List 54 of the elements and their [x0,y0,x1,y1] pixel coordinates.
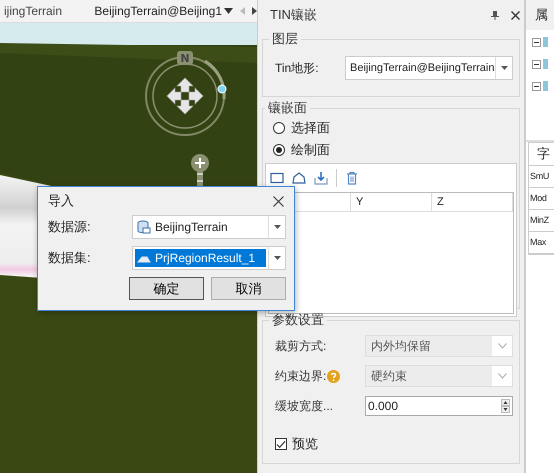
column-header: 字 [529,143,554,166]
help-icon [327,370,340,382]
polygon-icon[interactable] [292,171,306,185]
caret-icon [274,256,280,260]
layer-icon [543,36,548,48]
chevron-down-icon [498,373,506,379]
field-label: 数据源: [48,218,92,236]
close-icon[interactable] [273,196,284,206]
group-title: 镶嵌面 [267,99,308,117]
close-icon[interactable] [511,10,520,20]
expander-icon[interactable] [532,82,541,90]
table-cell: SmU [529,166,554,188]
chevron-down-icon [498,343,506,349]
table-cell: Max [529,232,554,254]
panel-title: TIN镶嵌 [269,6,318,24]
layer-dropdown[interactable]: BeijingTerrain@BeijingTerrain [345,56,513,80]
expander-icon[interactable] [532,60,541,68]
dialog-button[interactable]: 确定 [129,277,204,300]
layer-icon [543,80,548,92]
layer-icon [543,58,548,70]
dropdown-icon[interactable] [224,8,233,14]
pin-icon[interactable] [491,10,499,20]
database-icon [137,220,151,234]
compass-north-label: N [180,52,190,65]
table-cell: MinZ [529,210,554,232]
field-label: Tin地形: [274,60,320,76]
import-icon[interactable] [314,171,328,185]
group-title: 图层 [271,30,299,48]
table-cell: Mod [529,188,554,210]
column-header: Z [432,193,513,211]
spin-arrows-icon [501,399,510,413]
caret-icon [500,66,508,70]
dialog-button[interactable]: 取消 [211,277,286,300]
checkmark-icon [276,440,286,448]
dialog-title: 导入 [48,192,74,210]
dropdown[interactable]: PrjRegionResult_1 [132,246,286,270]
number-spinner[interactable]: 0.000 [365,396,513,416]
rectangle-icon[interactable] [270,171,284,185]
column-header: Y [351,193,432,211]
radio-option[interactable]: 绘制面 [265,139,330,161]
field-label: 约束边界: [275,368,326,384]
field-label: 裁剪方式: [275,338,326,354]
dropdown[interactable]: BeijingTerrain [132,215,286,239]
field-label: 数据集: [48,249,92,267]
expander-icon[interactable] [532,38,541,46]
group-title: 参数设置 [271,311,325,329]
caret-icon [274,225,280,229]
radio-option[interactable]: 选择面 [265,117,330,139]
document-tab[interactable]: ijingTerrain [0,4,78,18]
scroll-right-icon[interactable] [252,7,257,15]
trash-icon[interactable] [345,171,359,185]
field-label: 缓坡宽度... [275,398,334,414]
preview-checkbox[interactable]: 预览 [269,435,318,453]
panel-title: 属 [535,6,548,24]
